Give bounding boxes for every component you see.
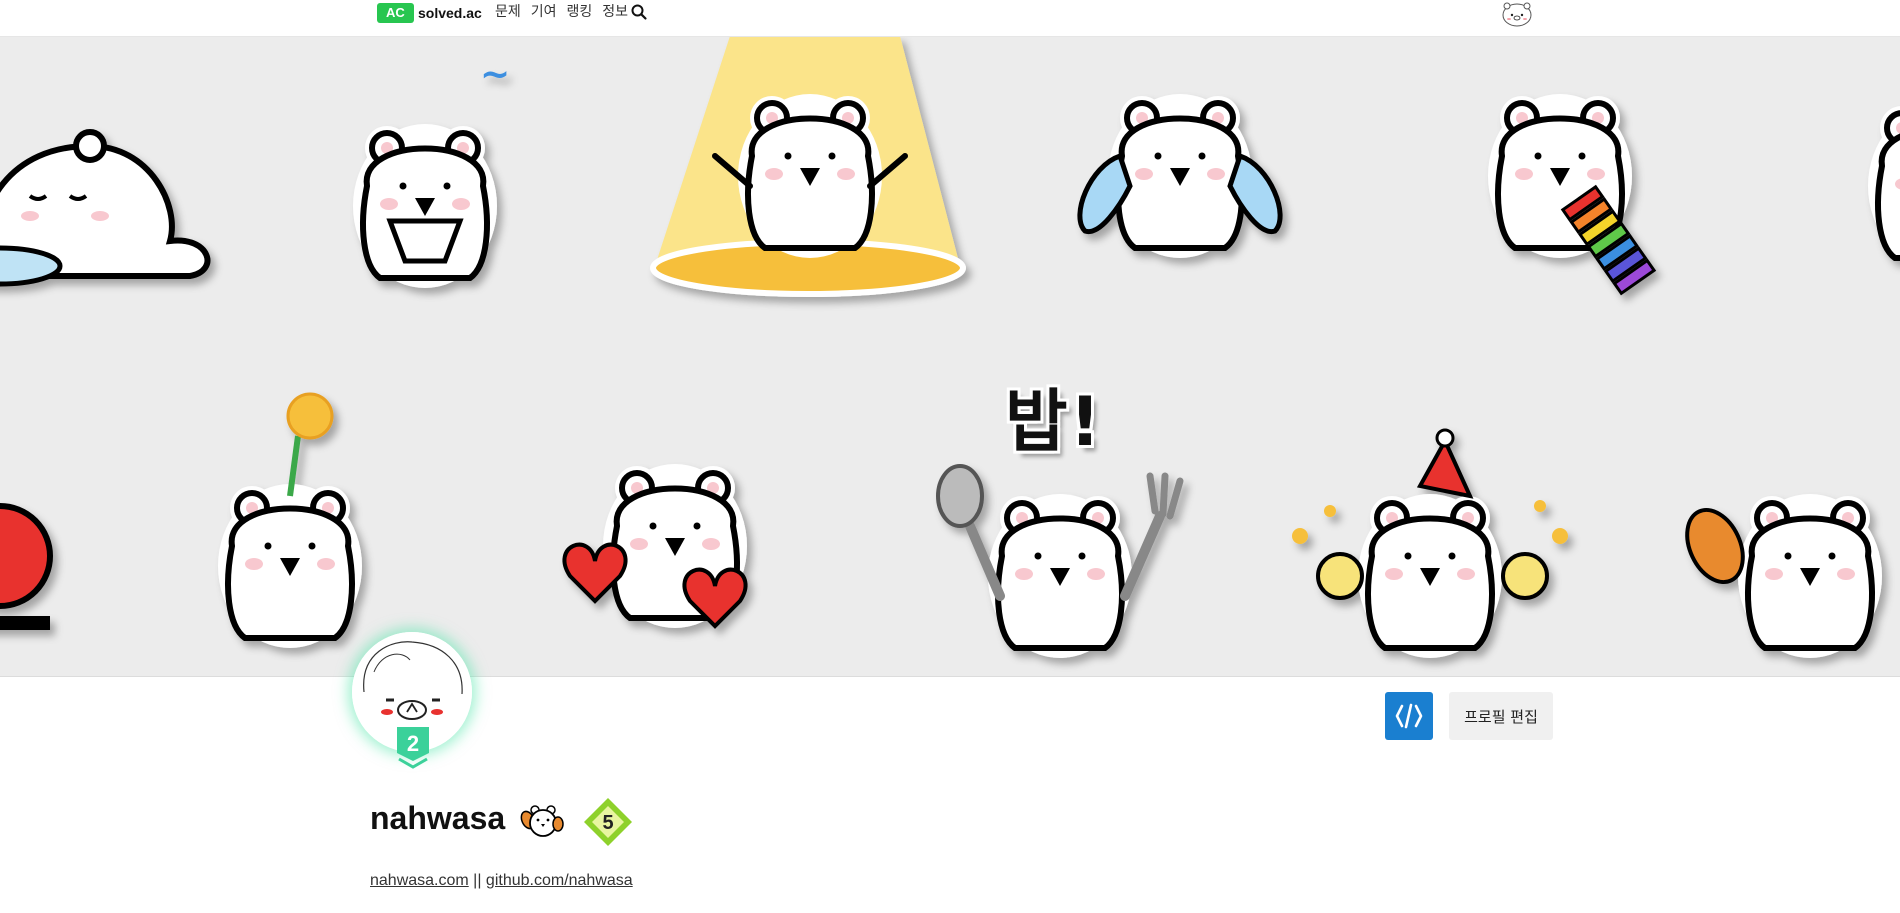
- bear-stickers-illustration: ~: [0, 36, 1900, 676]
- search-icon[interactable]: [630, 3, 648, 21]
- svg-text:~: ~: [480, 54, 510, 95]
- level-number: 2: [407, 731, 419, 756]
- code-view-button[interactable]: [1385, 692, 1433, 740]
- username: nahwasa: [370, 800, 506, 836]
- nav-link-info[interactable]: 정보: [602, 2, 628, 22]
- github-link[interactable]: github.com/nahwasa: [486, 872, 633, 889]
- website-link[interactable]: nahwasa.com: [370, 872, 469, 889]
- profile-links: nahwasa.com || github.com/nahwasa: [370, 870, 633, 892]
- nav-links: 문제 기여 랭킹 정보: [495, 2, 628, 22]
- nav-link-contribute[interactable]: 기여: [531, 2, 557, 22]
- nav-link-ranking[interactable]: 랭킹: [567, 2, 593, 22]
- level-badge: 2: [395, 727, 431, 769]
- link-separator: ||: [468, 872, 486, 889]
- code-brackets-icon: [1395, 703, 1423, 729]
- class-number: 5: [602, 812, 613, 834]
- class-badge: 5: [583, 797, 633, 847]
- bap-speech-text: 밥!: [1005, 383, 1103, 462]
- edit-profile-button[interactable]: 프로필 편집: [1449, 692, 1553, 740]
- logo-badge[interactable]: AC: [377, 3, 414, 23]
- logo-text[interactable]: solved.ac: [418, 4, 482, 22]
- top-nav: AC solved.ac 문제 기여 랭킹 정보: [0, 0, 1900, 37]
- profile-banner: ~ 밥!: [0, 36, 1900, 677]
- nav-link-problems[interactable]: 문제: [495, 2, 521, 22]
- bear-face-icon[interactable]: [1500, 0, 1534, 28]
- bear-chicken-icon: [520, 805, 564, 837]
